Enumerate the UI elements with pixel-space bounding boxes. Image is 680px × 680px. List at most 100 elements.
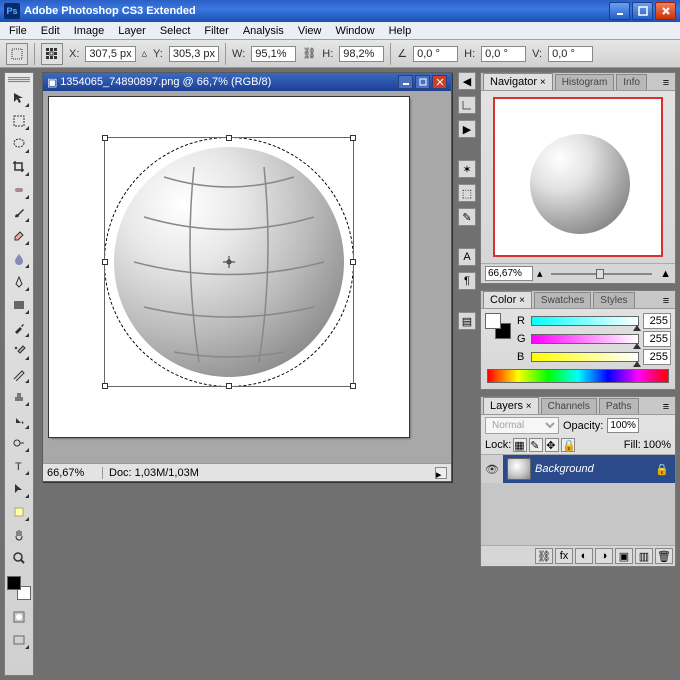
transform-center-icon[interactable] — [223, 256, 235, 268]
blur-tool[interactable] — [7, 248, 31, 270]
menu-analysis[interactable]: Analysis — [236, 23, 291, 39]
lock-all-icon[interactable]: 🔒 — [561, 438, 575, 452]
transform-handle-br[interactable] — [350, 383, 356, 389]
y-field[interactable]: 305,3 px — [169, 46, 219, 62]
screen-mode-button[interactable] — [7, 629, 31, 651]
doc-maximize-button[interactable] — [415, 75, 430, 89]
menu-file[interactable]: File — [2, 23, 34, 39]
tab-navigator[interactable]: Navigator × — [483, 73, 553, 90]
color-spectrum[interactable] — [487, 369, 669, 383]
navigator-menu-icon[interactable]: ≡ — [659, 76, 673, 90]
hand-tool[interactable] — [7, 524, 31, 546]
close-button[interactable] — [655, 2, 676, 20]
layer-row[interactable]: 👁 Background 🔒 — [481, 455, 675, 483]
lock-transparency-icon[interactable]: ▦ — [513, 438, 527, 452]
zoom-out-icon[interactable]: ▴ — [537, 267, 543, 280]
marquee-tool[interactable] — [7, 110, 31, 132]
canvas[interactable] — [49, 97, 409, 437]
tab-styles[interactable]: Styles — [593, 292, 634, 308]
menu-edit[interactable]: Edit — [34, 23, 67, 39]
transform-handle-bc[interactable] — [226, 383, 232, 389]
dock-history-icon[interactable] — [458, 96, 476, 114]
lock-paint-icon[interactable]: ✎ — [529, 438, 543, 452]
tab-swatches[interactable]: Swatches — [534, 292, 591, 308]
doc-minimize-button[interactable] — [398, 75, 413, 89]
transform-handle-tl[interactable] — [102, 135, 108, 141]
eraser-tool[interactable] — [7, 225, 31, 247]
crop-tool[interactable] — [7, 156, 31, 178]
r-slider[interactable] — [531, 316, 639, 326]
navigator-zoom-slider[interactable] — [547, 267, 657, 281]
g-value[interactable]: 255 — [643, 331, 671, 347]
menu-image[interactable]: Image — [67, 23, 112, 39]
w-field[interactable]: 95,1% — [251, 46, 296, 62]
dock-character-icon[interactable]: A — [458, 248, 476, 266]
minimize-button[interactable] — [609, 2, 630, 20]
new-layer-icon[interactable]: ▥ — [635, 548, 653, 564]
healing-tool[interactable] — [7, 179, 31, 201]
transform-box[interactable] — [104, 137, 354, 387]
link-layers-icon[interactable]: ⛓ — [535, 548, 553, 564]
wand-tool[interactable] — [7, 340, 31, 362]
angle-field[interactable]: 0,0 ° — [413, 46, 458, 62]
stamp-tool[interactable] — [7, 386, 31, 408]
dodge-tool[interactable] — [7, 432, 31, 454]
zoom-in-icon[interactable]: ▲ — [660, 268, 671, 280]
document-canvas-viewport[interactable] — [43, 91, 451, 463]
color-fgbg-swatch[interactable] — [485, 313, 511, 339]
lock-position-icon[interactable]: ✥ — [545, 438, 559, 452]
toolbox-grip[interactable] — [8, 77, 30, 83]
menu-help[interactable]: Help — [382, 23, 419, 39]
status-menu-icon[interactable]: ▸ — [435, 467, 447, 479]
layer-name[interactable]: Background — [535, 463, 655, 475]
vskew-field[interactable]: 0,0 ° — [548, 46, 593, 62]
maximize-button[interactable] — [632, 2, 653, 20]
tab-layers[interactable]: Layers × — [483, 397, 539, 414]
layers-menu-icon[interactable]: ≡ — [659, 400, 673, 414]
x-field[interactable]: 307,5 px — [85, 46, 135, 62]
layer-style-icon[interactable]: fx — [555, 548, 573, 564]
layer-thumbnail[interactable] — [507, 458, 531, 480]
dock-expand-icon[interactable]: ◀ — [458, 72, 476, 90]
shape-tool[interactable] — [7, 294, 31, 316]
dock-layer-comps-icon[interactable]: ▤ — [458, 312, 476, 330]
zoom-field[interactable]: 66,67% — [47, 467, 103, 479]
transform-tool-preset[interactable] — [6, 43, 28, 65]
transform-handle-lc[interactable] — [102, 259, 108, 265]
layer-list[interactable]: 👁 Background 🔒 — [481, 455, 675, 545]
h-field[interactable]: 98,2% — [339, 46, 384, 62]
b-slider[interactable] — [531, 352, 639, 362]
move-tool[interactable] — [7, 87, 31, 109]
pen-tool[interactable] — [7, 271, 31, 293]
type-tool[interactable]: T — [7, 455, 31, 477]
dock-tool-presets-icon[interactable]: ✎ — [458, 208, 476, 226]
delta-icon[interactable]: △ — [142, 49, 147, 59]
slice-tool[interactable] — [7, 363, 31, 385]
opacity-field[interactable]: 100% — [607, 418, 639, 433]
g-slider[interactable] — [531, 334, 639, 344]
adjustment-layer-icon[interactable]: ◑ — [595, 548, 613, 564]
path-select-tool[interactable] — [7, 478, 31, 500]
tab-info[interactable]: Info — [616, 74, 647, 90]
r-value[interactable]: 255 — [643, 313, 671, 329]
menu-layer[interactable]: Layer — [111, 23, 153, 39]
notes-tool[interactable] — [7, 501, 31, 523]
tab-paths[interactable]: Paths — [599, 398, 639, 414]
dock-actions-icon[interactable]: ▶ — [458, 120, 476, 138]
tab-histogram[interactable]: Histogram — [555, 74, 615, 90]
tab-color[interactable]: Color × — [483, 291, 532, 308]
menu-filter[interactable]: Filter — [197, 23, 235, 39]
tab-channels[interactable]: Channels — [541, 398, 597, 414]
eyedropper-tool[interactable] — [7, 317, 31, 339]
link-icon[interactable]: ⛓ — [302, 47, 316, 60]
reference-point-icon[interactable] — [41, 43, 63, 65]
dock-paragraph-icon[interactable]: ¶ — [458, 272, 476, 290]
fill-field[interactable]: 100% — [643, 439, 671, 451]
transform-handle-tc[interactable] — [226, 135, 232, 141]
hskew-field[interactable]: 0,0 ° — [481, 46, 526, 62]
bucket-tool[interactable] — [7, 409, 31, 431]
menu-select[interactable]: Select — [153, 23, 198, 39]
b-value[interactable]: 255 — [643, 349, 671, 365]
menu-view[interactable]: View — [291, 23, 329, 39]
navigator-preview[interactable] — [493, 97, 663, 257]
